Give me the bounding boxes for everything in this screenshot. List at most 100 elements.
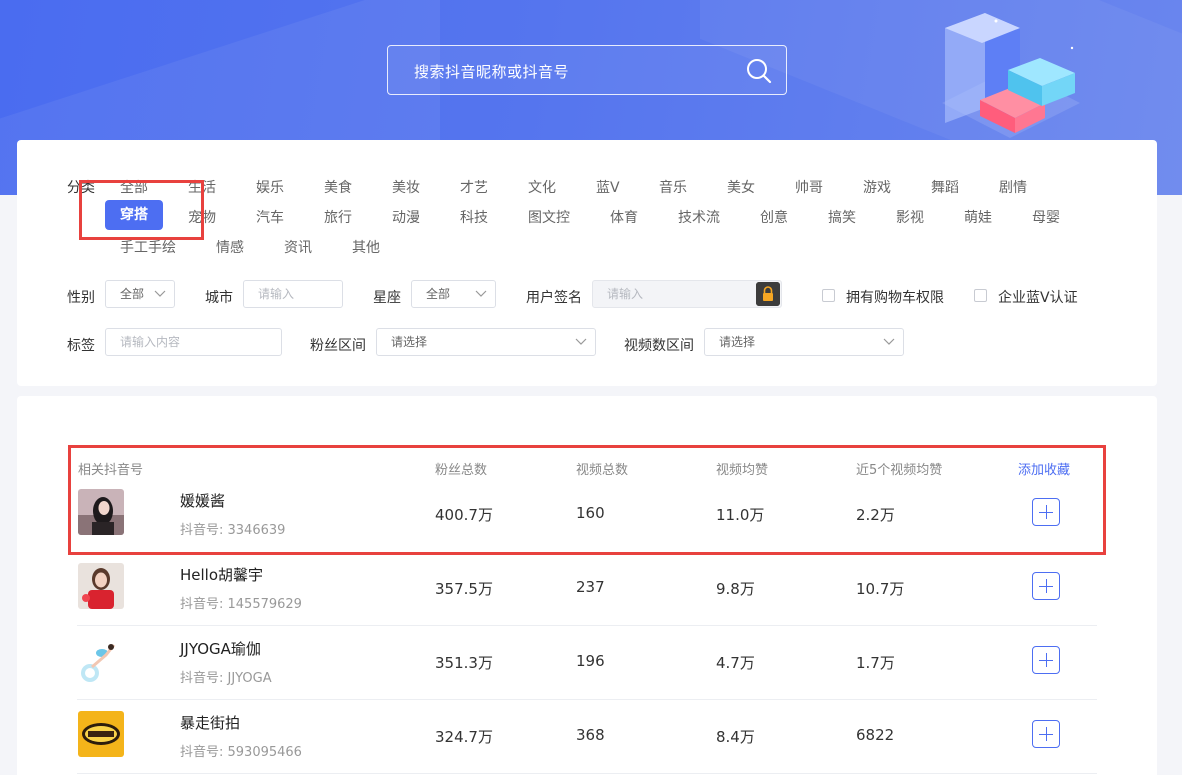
search-input[interactable]: 搜索抖音昵称或抖音号 — [414, 61, 569, 82]
header-account: 相关抖音号 — [78, 463, 144, 478]
chevron-down-icon — [575, 338, 587, 345]
cart-checkbox[interactable] — [822, 289, 835, 302]
video-count-value: 请选择 — [719, 335, 756, 349]
city-input[interactable]: 请输入 — [243, 280, 343, 308]
header-add-favorite[interactable]: 添加收藏 — [1018, 459, 1070, 478]
avg-likes: 9.8万 — [716, 580, 755, 598]
city-placeholder: 请输入 — [258, 287, 295, 301]
chevron-down-icon — [154, 290, 166, 297]
bluev-checkbox[interactable] — [974, 289, 987, 302]
category-kids[interactable]: 萌娃 — [964, 207, 992, 227]
category-beauty[interactable]: 美女 — [727, 177, 755, 197]
category-all[interactable]: 全部 — [120, 177, 148, 197]
add-favorite-button[interactable] — [1032, 720, 1060, 748]
fans-count: 324.7万 — [435, 728, 493, 746]
category-label: 分类 — [67, 180, 95, 196]
bluev-label[interactable]: 企业蓝V认证 — [998, 287, 1078, 307]
category-culture[interactable]: 文化 — [528, 177, 556, 197]
search-box[interactable]: 搜索抖音昵称或抖音号 — [387, 45, 787, 95]
category-techflow[interactable]: 技术流 — [678, 207, 720, 227]
account-name[interactable]: 暴走街拍 — [180, 712, 240, 733]
account-id: 抖音号: 593095466 — [180, 745, 302, 760]
lock-icon[interactable] — [756, 282, 780, 306]
zodiac-select[interactable]: 全部 — [411, 280, 496, 308]
zodiac-label: 星座 — [373, 290, 401, 306]
zodiac-select-value: 全部 — [426, 287, 451, 301]
account-name[interactable]: 媛媛酱 — [180, 490, 225, 511]
avatar[interactable] — [78, 711, 124, 757]
category-games[interactable]: 游戏 — [863, 177, 891, 197]
category-bluev[interactable]: 蓝V — [596, 177, 620, 197]
chevron-down-icon — [475, 290, 487, 297]
add-favorite-button[interactable] — [1032, 498, 1060, 526]
category-film[interactable]: 影视 — [896, 207, 924, 227]
fans-range-select[interactable]: 请选择 — [376, 328, 596, 356]
category-drama[interactable]: 剧情 — [999, 177, 1027, 197]
recent5-likes: 6822 — [856, 726, 895, 744]
category-funny[interactable]: 搞笑 — [828, 207, 856, 227]
video-count-label: 视频数区间 — [624, 338, 694, 354]
category-handsome[interactable]: 帅哥 — [795, 177, 823, 197]
category-handcraft[interactable]: 手工手绘 — [120, 237, 176, 257]
account-id: 抖音号: 145579629 — [180, 597, 302, 612]
fans-count: 357.5万 — [435, 580, 493, 598]
category-sports[interactable]: 体育 — [610, 207, 638, 227]
account-id: 抖音号: JJYOGA — [180, 671, 272, 686]
city-label: 城市 — [205, 290, 233, 306]
search-icon[interactable] — [746, 58, 772, 84]
category-tech[interactable]: 科技 — [460, 207, 488, 227]
category-creative[interactable]: 创意 — [760, 207, 788, 227]
category-food[interactable]: 美食 — [324, 177, 352, 197]
add-favorite-button[interactable] — [1032, 646, 1060, 674]
tag-label: 标签 — [67, 338, 95, 354]
video-count: 368 — [576, 726, 605, 744]
recent5-likes: 1.7万 — [856, 654, 895, 672]
gender-label: 性别 — [67, 290, 95, 306]
category-news[interactable]: 资讯 — [284, 237, 312, 257]
gender-select[interactable]: 全部 — [105, 280, 175, 308]
data-cubes-illustration — [942, 13, 1080, 138]
category-graphics[interactable]: 图文控 — [528, 207, 570, 227]
category-talent[interactable]: 才艺 — [460, 177, 488, 197]
video-count-select[interactable]: 请选择 — [704, 328, 904, 356]
account-id: 抖音号: 3346639 — [180, 523, 286, 538]
tag-placeholder: 请输入内容 — [120, 335, 181, 349]
header-fans[interactable]: 粉丝总数 — [435, 459, 487, 478]
fans-range-value: 请选择 — [391, 335, 428, 349]
row-divider — [77, 773, 1097, 774]
avatar[interactable] — [78, 563, 124, 609]
fans-count: 351.3万 — [435, 654, 493, 672]
category-entertainment[interactable]: 娱乐 — [256, 177, 284, 197]
signature-placeholder: 请输入 — [607, 287, 644, 301]
category-music[interactable]: 音乐 — [659, 177, 687, 197]
category-life[interactable]: 生活 — [188, 177, 216, 197]
recent5-likes: 2.2万 — [856, 506, 895, 524]
video-count: 160 — [576, 504, 605, 522]
row-divider — [77, 625, 1097, 626]
category-pets[interactable]: 宠物 — [188, 207, 216, 227]
category-travel[interactable]: 旅行 — [324, 207, 352, 227]
header-recent5-likes[interactable]: 近5个视频均赞 — [856, 459, 942, 478]
account-name[interactable]: Hello胡馨宇 — [180, 564, 263, 585]
category-makeup[interactable]: 美妆 — [392, 177, 420, 197]
signature-input[interactable]: 请输入 — [592, 280, 782, 308]
category-mother-baby[interactable]: 母婴 — [1032, 207, 1060, 227]
category-fashion-active[interactable]: 穿搭 — [105, 200, 163, 230]
avatar[interactable] — [78, 489, 124, 535]
account-name[interactable]: JJYOGA瑜伽 — [180, 638, 261, 659]
tag-input[interactable]: 请输入内容 — [105, 328, 282, 356]
recent5-likes: 10.7万 — [856, 580, 905, 598]
header-videos[interactable]: 视频总数 — [576, 459, 628, 478]
category-other[interactable]: 其他 — [352, 237, 380, 257]
category-dance[interactable]: 舞蹈 — [931, 177, 959, 197]
gender-select-value: 全部 — [120, 287, 145, 301]
category-anime[interactable]: 动漫 — [392, 207, 420, 227]
avg-likes: 11.0万 — [716, 506, 765, 524]
category-cars[interactable]: 汽车 — [256, 207, 284, 227]
category-emotion[interactable]: 情感 — [216, 237, 244, 257]
header-avg-likes[interactable]: 视频均赞 — [716, 459, 768, 478]
cart-label[interactable]: 拥有购物车权限 — [846, 287, 944, 307]
add-favorite-button[interactable] — [1032, 572, 1060, 600]
fans-range-label: 粉丝区间 — [310, 338, 366, 354]
avatar[interactable] — [78, 637, 124, 683]
